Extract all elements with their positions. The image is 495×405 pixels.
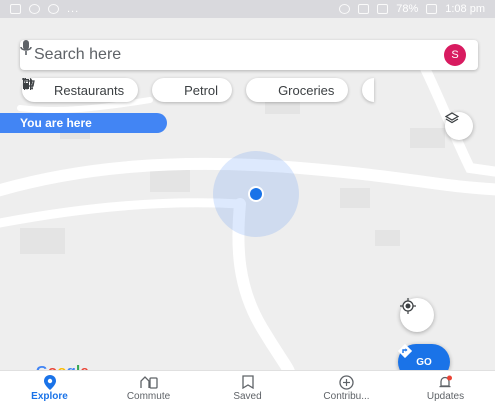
- nav-label: Contribu...: [323, 391, 370, 402]
- bottom-nav: Explore Commute Saved Contribu... Update…: [0, 370, 495, 405]
- chip-petrol[interactable]: Petrol: [23, 78, 233, 102]
- nav-label: Explore: [31, 391, 68, 402]
- status-right: 78% 1:08 pm: [339, 3, 485, 15]
- google-logo: Google: [36, 363, 89, 370]
- fuel-icon: [23, 79, 176, 97]
- location-icon: [339, 4, 351, 14]
- battery-percent: 78%: [396, 3, 419, 15]
- go-label: GO: [416, 357, 432, 368]
- nav-commute[interactable]: Commute: [109, 374, 189, 402]
- chip-groceries[interactable]: Groceries: [22, 78, 349, 102]
- logo-letter: G: [36, 363, 48, 370]
- nav-explore[interactable]: Explore: [10, 374, 90, 402]
- logo-letter: o: [48, 363, 57, 370]
- nav-saved[interactable]: Saved: [208, 374, 288, 402]
- commute-icon: [139, 374, 158, 390]
- search-input[interactable]: Search here: [34, 46, 402, 64]
- logo-letter: e: [80, 363, 89, 370]
- nav-label: Updates: [426, 391, 465, 402]
- image-icon: [10, 4, 21, 14]
- status-left: ...: [10, 3, 79, 15]
- nav-label: Commute: [126, 391, 171, 402]
- logo-letter: g: [67, 363, 76, 370]
- microphone-icon[interactable]: [20, 40, 422, 65]
- signal-icon: [377, 4, 389, 14]
- go-button[interactable]: GO: [398, 344, 450, 370]
- layers-button[interactable]: [445, 112, 473, 140]
- chip-more[interactable]: [362, 78, 375, 102]
- location-dot: [250, 188, 262, 200]
- chip-label: Groceries: [278, 82, 335, 98]
- bookmark-icon: [239, 374, 257, 390]
- chip-restaurants[interactable]: Restaurants: [22, 78, 139, 102]
- map-view[interactable]: Search here S Restaurants Petrol Groceri…: [0, 18, 495, 370]
- nav-label: Saved: [233, 391, 262, 402]
- status-time: 1:08 pm: [445, 3, 485, 15]
- category-chips: Restaurants Petrol Groceries: [22, 78, 375, 102]
- chip-label: Restaurants: [54, 82, 125, 98]
- add-circle-icon: [338, 374, 356, 390]
- logo-letter: o: [57, 363, 66, 370]
- person-icon: [48, 4, 59, 14]
- search-bar[interactable]: Search here S: [20, 40, 478, 70]
- battery-icon: [426, 4, 438, 14]
- my-location-button[interactable]: [400, 298, 434, 332]
- chip-label: Petrol: [184, 82, 219, 98]
- chat-icon: [29, 4, 40, 14]
- status-dots: ...: [67, 3, 80, 15]
- nav-contribute[interactable]: Contribu...: [307, 374, 387, 402]
- cart-icon: [22, 78, 270, 97]
- you-are-here-label: You are here: [0, 113, 167, 133]
- bell-icon: [437, 374, 455, 390]
- status-bar: ... 78% 1:08 pm: [0, 0, 495, 18]
- explore-pin-icon: [41, 374, 59, 390]
- avatar[interactable]: S: [444, 44, 466, 66]
- vibrate-icon: [358, 4, 370, 14]
- nav-updates[interactable]: Updates: [406, 374, 486, 402]
